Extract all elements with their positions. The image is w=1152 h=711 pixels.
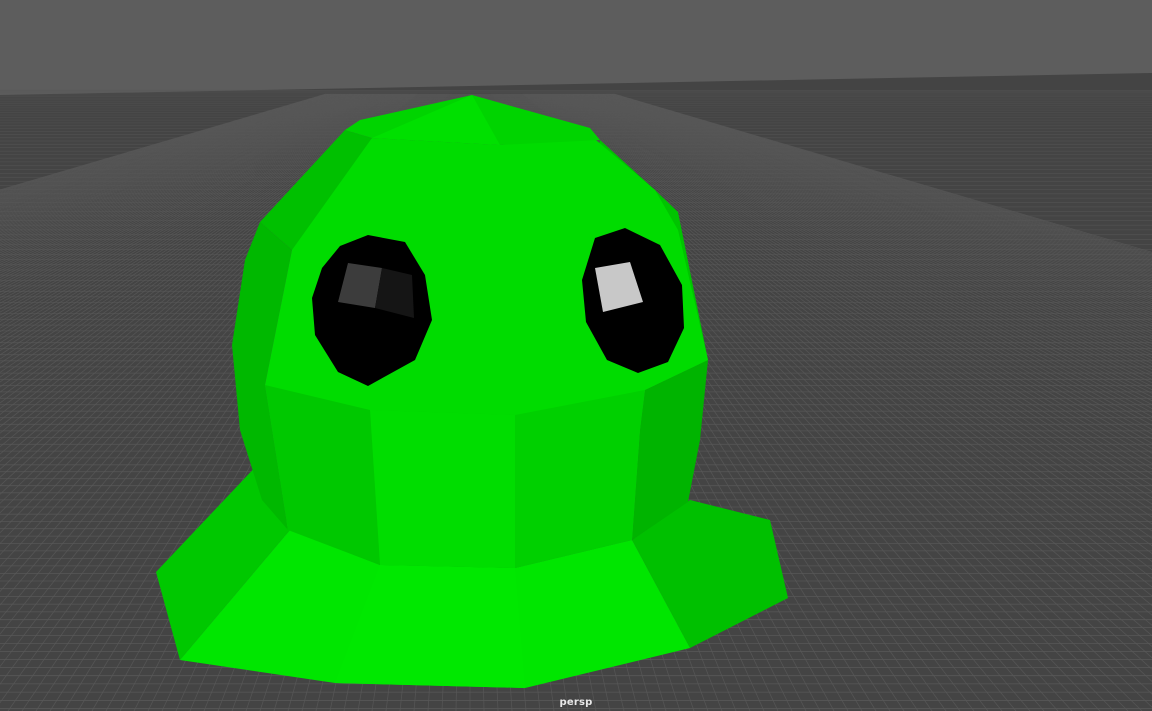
- slime-body-center-panel: [370, 410, 515, 568]
- camera-label: persp: [559, 697, 593, 708]
- perspective-viewport[interactable]: persp: [0, 0, 1152, 711]
- viewport-canvas[interactable]: [0, 0, 1152, 711]
